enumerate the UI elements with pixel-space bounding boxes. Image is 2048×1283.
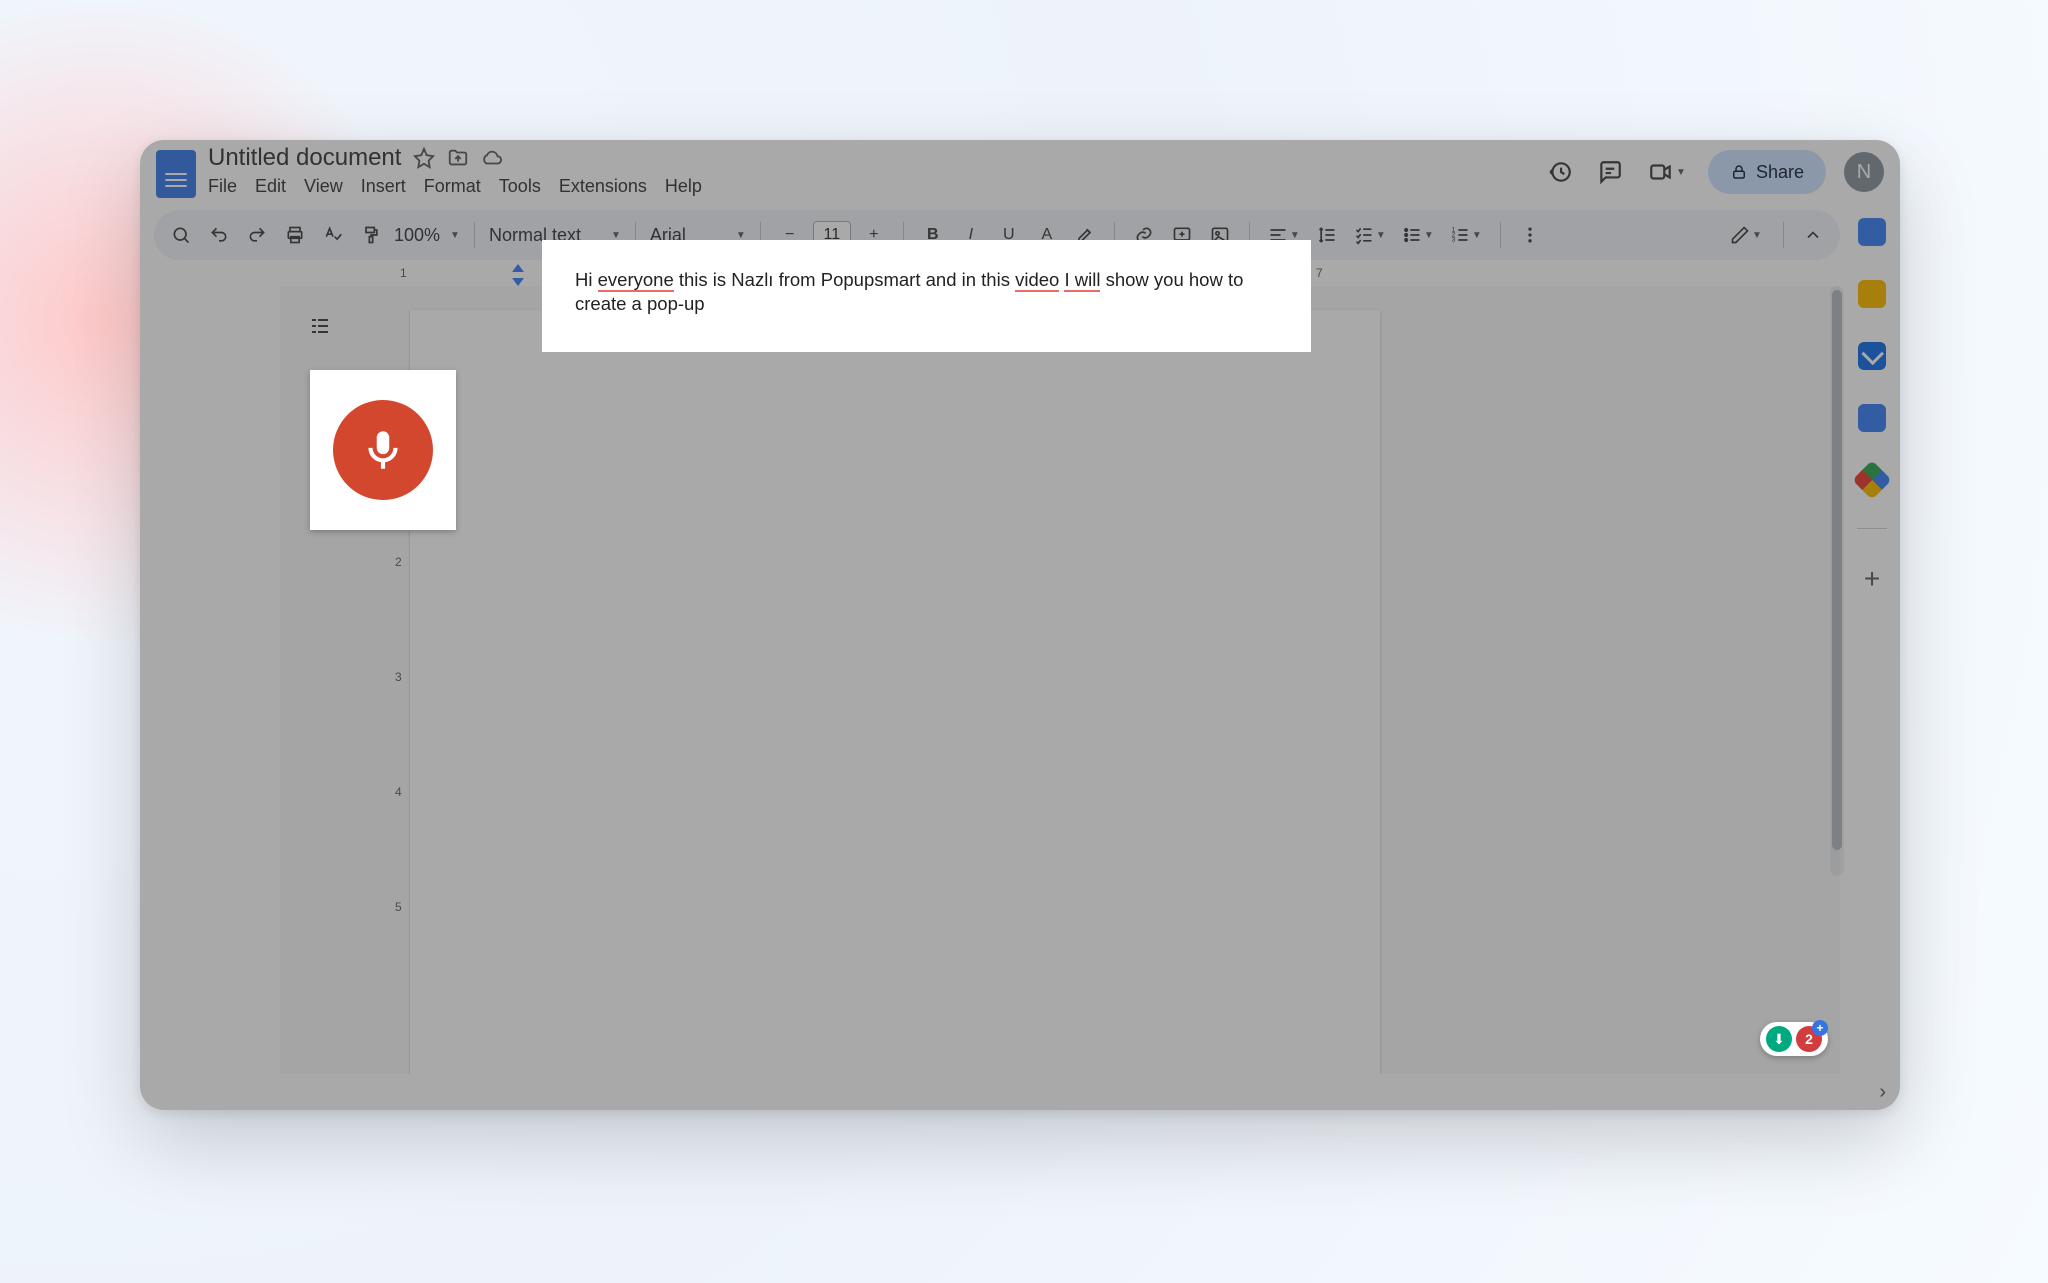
chevron-down-icon: ▼ — [611, 230, 621, 241]
menu-insert[interactable]: Insert — [361, 176, 406, 197]
hide-side-panel-icon[interactable]: › — [1879, 1081, 1886, 1104]
header-right: ▼ Share N — [1544, 150, 1884, 194]
share-label: Share — [1756, 162, 1804, 183]
menu-help[interactable]: Help — [665, 176, 702, 197]
contacts-icon[interactable] — [1858, 404, 1886, 432]
menu-bar: File Edit View Insert Format Tools Exten… — [208, 176, 702, 197]
outline-toggle-icon[interactable] — [308, 314, 332, 338]
line-spacing-icon[interactable] — [1312, 220, 1342, 250]
title-row: Untitled document — [208, 144, 503, 172]
zoom-select[interactable]: 100%▼ — [394, 225, 460, 246]
first-line-indent-marker[interactable] — [512, 264, 524, 272]
document-title[interactable]: Untitled document — [208, 144, 401, 172]
bullet-list-icon[interactable]: ▼ — [1398, 220, 1438, 250]
badge-count[interactable]: 2 — [1796, 1026, 1822, 1052]
side-panel: + — [1844, 210, 1900, 1074]
redo-icon[interactable] — [242, 220, 272, 250]
menu-view[interactable]: View — [304, 176, 343, 197]
document-canvas: 1 2 3 4 5 — [280, 286, 1840, 1074]
cloud-status-icon[interactable] — [481, 147, 503, 169]
microphone-icon[interactable] — [333, 400, 433, 500]
collapse-icon[interactable] — [1798, 220, 1828, 250]
calendar-icon[interactable] — [1858, 218, 1886, 246]
undo-icon[interactable] — [204, 220, 234, 250]
paint-format-icon[interactable] — [356, 220, 386, 250]
menu-extensions[interactable]: Extensions — [559, 176, 647, 197]
menu-tools[interactable]: Tools — [499, 176, 541, 197]
svg-text:3: 3 — [1452, 237, 1456, 244]
separator — [1857, 528, 1887, 529]
keep-icon[interactable] — [1858, 280, 1886, 308]
history-icon[interactable] — [1544, 156, 1576, 188]
maps-icon[interactable] — [1852, 460, 1892, 500]
editing-mode-icon[interactable]: ▼ — [1723, 220, 1769, 250]
print-icon[interactable] — [280, 220, 310, 250]
move-folder-icon[interactable] — [447, 147, 469, 169]
more-icon[interactable] — [1515, 220, 1545, 250]
add-addon-icon[interactable]: + — [1864, 563, 1880, 595]
checklist-icon[interactable]: ▼ — [1350, 220, 1390, 250]
docs-logo-icon[interactable] — [156, 150, 196, 198]
scrollbar[interactable] — [1830, 286, 1844, 876]
search-icon[interactable] — [166, 220, 196, 250]
menu-file[interactable]: File — [208, 176, 237, 197]
share-button[interactable]: Share — [1708, 150, 1826, 194]
comments-icon[interactable] — [1594, 156, 1626, 188]
separator — [1500, 222, 1501, 248]
spellcheck-icon[interactable] — [318, 220, 348, 250]
explore-badges[interactable]: ⬇ 2 — [1760, 1022, 1828, 1056]
scrollbar-thumb[interactable] — [1832, 290, 1842, 850]
separator — [474, 222, 475, 248]
voice-typing-popup[interactable] — [310, 370, 456, 530]
document-page[interactable] — [410, 310, 1380, 1074]
app-window: Untitled document File Edit View Insert … — [140, 140, 1900, 1110]
left-indent-marker[interactable] — [512, 278, 524, 286]
chevron-down-icon: ▼ — [450, 230, 460, 241]
header: Untitled document File Edit View Insert … — [140, 140, 1900, 204]
badge-green-icon[interactable]: ⬇ — [1766, 1026, 1792, 1052]
menu-edit[interactable]: Edit — [255, 176, 286, 197]
meet-icon[interactable]: ▼ — [1644, 156, 1690, 188]
document-text[interactable]: Hi everyone this is Nazlı from Popupsmar… — [542, 240, 1311, 352]
star-icon[interactable] — [413, 147, 435, 169]
account-avatar[interactable]: N — [1844, 152, 1884, 192]
separator — [1783, 222, 1784, 248]
numbered-list-icon[interactable]: 123▼ — [1446, 220, 1486, 250]
chevron-down-icon: ▼ — [1676, 167, 1686, 178]
tasks-icon[interactable] — [1858, 342, 1886, 370]
menu-format[interactable]: Format — [424, 176, 481, 197]
chevron-down-icon: ▼ — [736, 230, 746, 241]
